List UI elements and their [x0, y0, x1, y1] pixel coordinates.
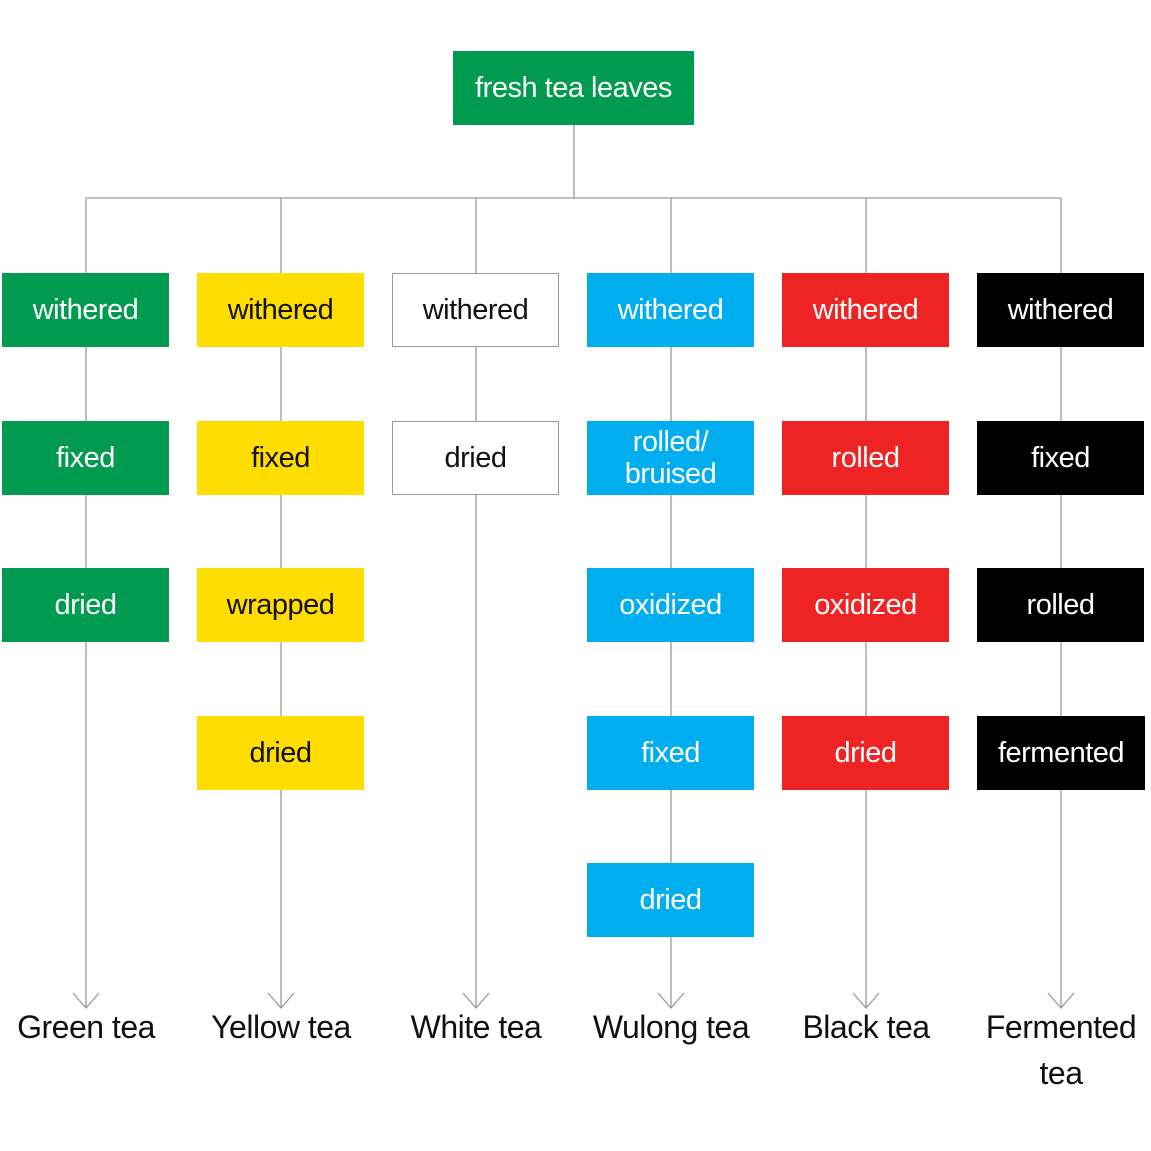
process-step-fixed: fixed — [2, 421, 169, 495]
process-step-oxidized: oxidized — [587, 568, 754, 642]
tea-type-label: White tea — [410, 1009, 542, 1045]
process-step-oxidized: oxidized — [782, 568, 949, 642]
process-step-dried: dried — [392, 421, 559, 495]
process-step-label: withered — [812, 294, 919, 326]
process-step-label: wrapped — [226, 589, 335, 621]
process-step-dried: dried — [587, 863, 754, 937]
process-step-withered: withered — [2, 273, 169, 347]
process-step-label: rolled — [831, 442, 900, 474]
root-node-fresh-tea-leaves: fresh tea leaves — [453, 51, 694, 125]
process-step-label: dried — [639, 884, 703, 916]
process-step-dried: dried — [782, 716, 949, 790]
process-step-wrapped: wrapped — [197, 568, 364, 642]
process-step-dried: dried — [197, 716, 364, 790]
process-step-rolled: rolled — [977, 568, 1144, 642]
process-step-label: fermented — [997, 737, 1125, 769]
process-step-rolled: rolled — [782, 421, 949, 495]
process-step-label: fixed — [56, 442, 115, 474]
process-step-fixed: fixed — [977, 421, 1144, 495]
process-step-label: withered — [227, 294, 334, 326]
process-step-label: dried — [834, 737, 898, 769]
tea-type-label: Wulong tea — [592, 1009, 750, 1045]
process-step-withered: withered — [782, 273, 949, 347]
process-step-label: fixed — [1031, 442, 1090, 474]
process-step-withered: withered — [587, 273, 754, 347]
process-step-withered: withered — [977, 273, 1144, 347]
process-step-fixed: fixed — [197, 421, 364, 495]
process-step-label: rolled/ bruised — [624, 426, 717, 490]
process-step-label: rolled — [1026, 589, 1095, 621]
process-step-label: dried — [249, 737, 313, 769]
process-step-label: fixed — [641, 737, 700, 769]
root-node-label: fresh tea leaves — [475, 72, 672, 104]
process-step-withered: withered — [392, 273, 559, 347]
process-step-label: withered — [617, 294, 724, 326]
process-step-fermented: fermented — [977, 716, 1145, 790]
process-step-label: withered — [1007, 294, 1114, 326]
process-step-dried: dried — [2, 568, 169, 642]
process-step-label: dried — [444, 442, 508, 474]
process-step-label: dried — [54, 589, 118, 621]
process-step-rolled-bruised: rolled/ bruised — [587, 421, 754, 495]
process-step-label: oxidized — [814, 589, 917, 621]
tea-type-label: Fermented tea — [985, 1009, 1137, 1091]
process-step-label: fixed — [251, 442, 310, 474]
process-step-label: withered — [32, 294, 139, 326]
process-step-withered: withered — [197, 273, 364, 347]
tea-type-label: Black tea — [802, 1009, 930, 1045]
process-step-label: oxidized — [619, 589, 722, 621]
process-step-label: withered — [422, 294, 529, 326]
tea-type-label: Green tea — [17, 1009, 155, 1045]
process-step-fixed: fixed — [587, 716, 754, 790]
tea-type-label: Yellow tea — [211, 1009, 351, 1045]
